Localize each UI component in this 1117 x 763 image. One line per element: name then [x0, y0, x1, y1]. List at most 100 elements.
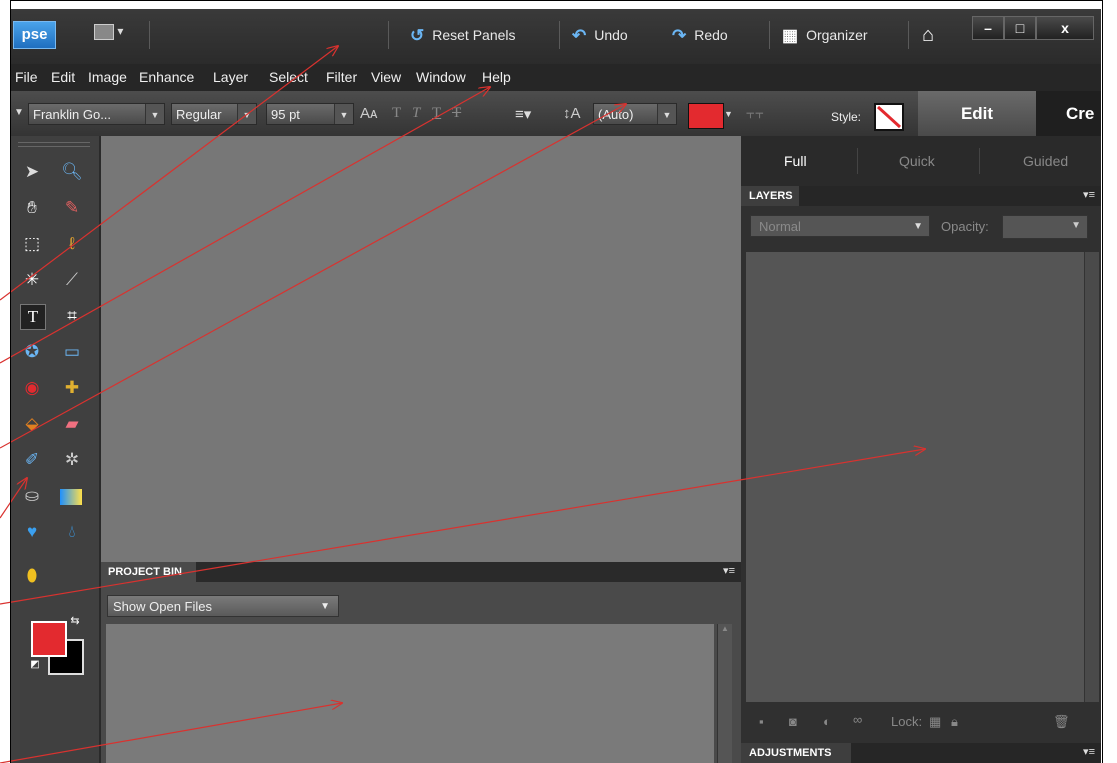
- hand-tool-icon[interactable]: ✋︎: [20, 196, 44, 220]
- redo-button[interactable]: ↷ Redo: [672, 24, 728, 46]
- project-bin-filter-select[interactable]: Show Open Files ▼: [107, 595, 339, 617]
- cookie-cutter-tool-icon[interactable]: ✪: [20, 340, 44, 364]
- tab-edit[interactable]: Edit: [918, 91, 1036, 136]
- tab-guided[interactable]: Guided: [1023, 153, 1068, 169]
- layout-button[interactable]: ▾: [94, 24, 123, 44]
- crop-tool-icon[interactable]: ⌗: [60, 304, 84, 328]
- minimize-button[interactable]: –: [972, 16, 1004, 40]
- leading-select[interactable]: (Auto) ▼: [593, 103, 677, 125]
- menu-window[interactable]: Window: [416, 69, 466, 85]
- eraser-tool-icon[interactable]: ▰: [60, 412, 84, 436]
- separator: [559, 21, 560, 49]
- smart-brush-tool-icon[interactable]: ✲: [60, 448, 84, 472]
- recompose-tool-icon[interactable]: ▭: [60, 340, 84, 364]
- foreground-color-swatch[interactable]: [31, 621, 67, 657]
- font-family-value: Franklin Go...: [33, 107, 112, 122]
- separator: [908, 21, 909, 49]
- marquee-tool-icon[interactable]: ⬚: [20, 232, 44, 256]
- lock-label: Lock:: [891, 714, 923, 729]
- undo-button[interactable]: ↶ Undo: [572, 24, 628, 46]
- gradient-tool-icon[interactable]: [60, 489, 82, 505]
- trash-icon[interactable]: 🗑︎: [1053, 714, 1070, 730]
- tab-quick[interactable]: Quick: [899, 153, 935, 169]
- red-eye-tool-icon[interactable]: ◉: [20, 376, 44, 400]
- undo-icon: ↶: [572, 26, 587, 46]
- strikethrough-icon[interactable]: T: [452, 105, 461, 122]
- style-picker[interactable]: [874, 103, 904, 131]
- menu-enhance[interactable]: Enhance: [139, 69, 194, 85]
- font-style-value: Regular: [176, 107, 222, 122]
- text-size-icon[interactable]: Aᴀ: [360, 105, 377, 122]
- project-bin-filter-value: Show Open Files: [113, 599, 212, 614]
- toolbox-grip: [18, 142, 90, 147]
- faux-bold-icon[interactable]: T: [392, 105, 401, 122]
- clone-stamp-tool-icon[interactable]: ⬙: [20, 412, 44, 436]
- project-bin-header: PROJECT BIN ▾≡: [101, 562, 741, 582]
- quick-selection-tool-icon[interactable]: ⟋: [60, 268, 84, 292]
- chevron-down-icon[interactable]: ▼: [724, 109, 733, 119]
- blend-mode-select[interactable]: Normal ▼: [750, 215, 930, 237]
- layer-mask-icon[interactable]: ◙: [789, 714, 797, 729]
- opacity-label: Opacity:: [941, 219, 989, 234]
- reset-panels-button[interactable]: ↺ Reset Panels: [410, 24, 516, 46]
- tab-create[interactable]: Cre: [1036, 91, 1101, 136]
- toolbox: ➤ 🔍︎ ✋︎ ✎ ⬚ ℓ ✳ ⟋ T ⌗ ✪ ▭ ◉ ✚ ⬙ ▰ ✐ ✲ ⛀ …: [10, 136, 101, 763]
- menu-file[interactable]: File: [15, 69, 38, 85]
- magic-wand-tool-icon[interactable]: ✳: [20, 268, 44, 292]
- document-canvas[interactable]: [101, 136, 741, 562]
- tab-full[interactable]: Full: [784, 153, 807, 169]
- new-layer-icon[interactable]: ▪: [759, 714, 764, 729]
- home-button[interactable]: ⌂: [922, 24, 934, 46]
- menu-layer[interactable]: Layer: [213, 69, 248, 85]
- type-tool-icon[interactable]: T: [20, 304, 46, 330]
- tool-preset-icon[interactable]: ▼: [14, 107, 24, 118]
- brush-tool-icon[interactable]: ✐: [20, 448, 44, 472]
- faux-italic-icon[interactable]: T: [412, 105, 420, 122]
- move-tool-icon[interactable]: ➤: [20, 160, 44, 184]
- healing-brush-tool-icon[interactable]: ✚: [60, 376, 84, 400]
- blur-tool-icon[interactable]: 💧︎: [60, 520, 84, 544]
- menu-select[interactable]: Select: [269, 69, 308, 85]
- menu-filter[interactable]: Filter: [326, 69, 357, 85]
- organizer-button[interactable]: ▦ Organizer: [782, 24, 868, 46]
- lock-transparency-icon[interactable]: ▦: [929, 714, 941, 730]
- project-bin-thumbnails-area[interactable]: [106, 624, 714, 763]
- panel-menu-icon[interactable]: ▾≡: [1083, 745, 1095, 758]
- text-orientation-icon[interactable]: ⫟⫟: [746, 105, 764, 122]
- panel-menu-icon[interactable]: ▾≡: [723, 564, 735, 577]
- zoom-tool-icon[interactable]: 🔍︎: [60, 160, 84, 184]
- swap-colors-icon[interactable]: ⇆: [68, 614, 82, 628]
- close-button[interactable]: x: [1036, 16, 1094, 40]
- menu-help[interactable]: Help: [482, 69, 511, 85]
- paint-bucket-tool-icon[interactable]: ⛀: [20, 484, 44, 508]
- shape-tool-icon[interactable]: ♥: [20, 520, 44, 544]
- font-family-select[interactable]: Franklin Go... ▼: [28, 103, 165, 125]
- link-icon[interactable]: ∞: [853, 712, 862, 727]
- project-bin-scrollbar[interactable]: ▲: [717, 624, 732, 763]
- organizer-icon: ▦: [782, 26, 799, 46]
- lasso-tool-icon[interactable]: ℓ: [60, 232, 84, 256]
- no-style-icon: [876, 105, 902, 129]
- layers-list[interactable]: [746, 252, 1098, 702]
- menu-image[interactable]: Image: [88, 69, 127, 85]
- lock-all-icon[interactable]: 🔒︎: [951, 714, 958, 730]
- menu-view[interactable]: View: [371, 69, 401, 85]
- separator: [979, 148, 980, 174]
- layers-toolbar: ▪ ◙ ◐ ∞ Lock: ▦ 🔒︎ 🗑︎: [741, 708, 1101, 738]
- font-style-select[interactable]: Regular ▼: [171, 103, 257, 125]
- text-color-swatch[interactable]: [688, 103, 724, 129]
- default-colors-icon[interactable]: ◩: [28, 658, 42, 672]
- opacity-field[interactable]: ▼: [1002, 215, 1088, 239]
- adjustment-layer-icon[interactable]: ◐: [823, 714, 831, 729]
- align-left-icon[interactable]: ≡▾: [515, 105, 531, 123]
- style-label: Style:: [831, 110, 862, 124]
- scroll-up-icon[interactable]: ▲: [718, 624, 732, 633]
- maximize-button[interactable]: □: [1004, 16, 1036, 40]
- panel-menu-icon[interactable]: ▾≡: [1083, 188, 1095, 201]
- eyedropper-tool-icon[interactable]: ✎: [60, 196, 84, 220]
- menu-edit[interactable]: Edit: [51, 69, 75, 85]
- layers-scrollbar[interactable]: [1084, 252, 1099, 702]
- underline-icon[interactable]: T: [432, 105, 441, 122]
- font-size-select[interactable]: 95 pt ▼: [266, 103, 354, 125]
- sponge-tool-icon[interactable]: ⬮: [20, 564, 44, 588]
